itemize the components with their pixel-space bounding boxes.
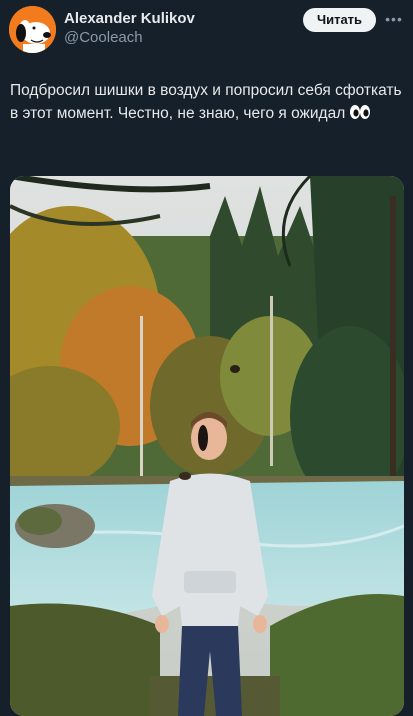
tweet-text: Подбросил шишки в воздух и попросил себя… xyxy=(10,79,405,127)
avatar[interactable] xyxy=(9,6,56,53)
more-icon[interactable]: ••• xyxy=(385,10,403,28)
author-handle[interactable]: @Cooleach xyxy=(64,29,195,47)
tweet-body: Подбросил шишки в воздух и попросил себя… xyxy=(10,82,402,122)
eyes-emoji xyxy=(349,104,371,127)
tweet-photo[interactable] xyxy=(10,176,404,716)
snoopy-avatar-icon xyxy=(9,6,56,53)
follow-button[interactable]: Читать xyxy=(303,8,376,32)
author-display-name[interactable]: Alexander Kulikov xyxy=(64,10,195,28)
photo-forest-river xyxy=(10,176,404,716)
tweet-header: Alexander Kulikov @Cooleach Читать ••• xyxy=(0,0,413,60)
author-info[interactable]: Alexander Kulikov @Cooleach xyxy=(64,10,195,47)
